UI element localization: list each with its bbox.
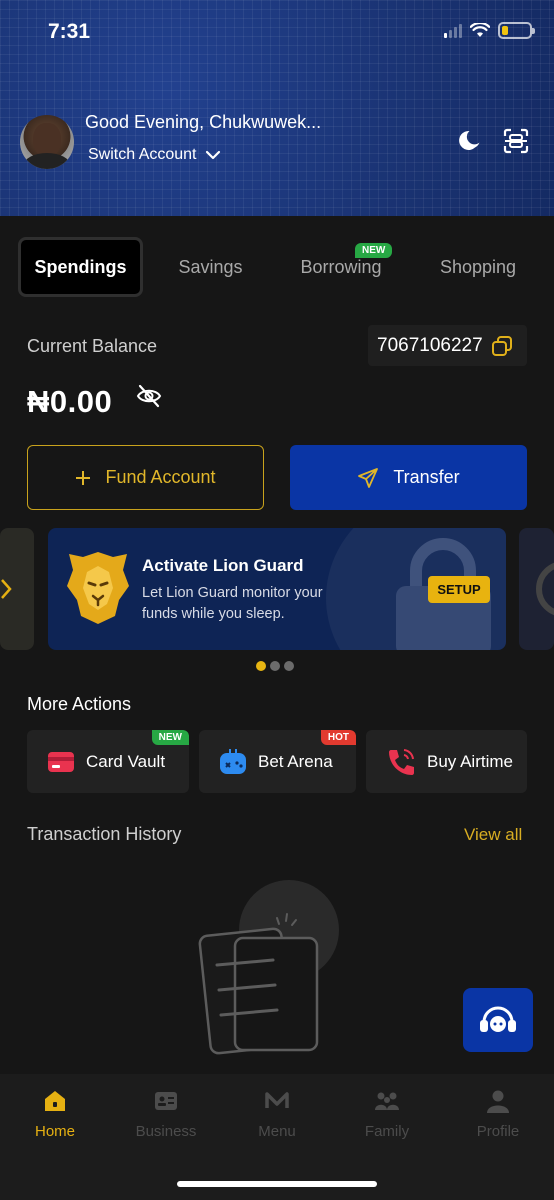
business-icon bbox=[155, 1092, 177, 1110]
tab-spendings[interactable]: Spendings bbox=[18, 237, 143, 297]
account-number: 7067106227 bbox=[377, 334, 483, 356]
transfer-label: Transfer bbox=[393, 467, 460, 487]
lion-icon bbox=[67, 552, 129, 624]
tab-savings[interactable]: Savings bbox=[168, 237, 253, 297]
phone-icon bbox=[389, 748, 414, 775]
nav-home[interactable]: Home bbox=[10, 1088, 100, 1140]
plus-icon bbox=[76, 470, 91, 485]
avatar[interactable] bbox=[20, 115, 74, 169]
status-time: 7:31 bbox=[48, 20, 91, 43]
family-icon bbox=[375, 1092, 399, 1110]
home-icon bbox=[45, 1091, 65, 1111]
previous-banner[interactable] bbox=[0, 528, 34, 650]
switch-account-button[interactable]: Switch Account bbox=[88, 146, 221, 164]
chevron-down-icon bbox=[205, 150, 220, 160]
switch-account-label: Switch Account bbox=[88, 146, 197, 163]
next-banner[interactable] bbox=[519, 528, 554, 650]
lion-guard-banner[interactable]: Activate Lion Guard Let Lion Guard monit… bbox=[48, 528, 506, 650]
nav-menu-label: Menu bbox=[258, 1123, 296, 1140]
fund-account-label: Fund Account bbox=[105, 467, 216, 487]
send-icon bbox=[358, 467, 379, 488]
greeting-text: Good Evening, Chukwuwek... bbox=[85, 112, 322, 132]
nav-home-label: Home bbox=[34, 1123, 75, 1140]
chevron-right-icon bbox=[1, 579, 12, 599]
tab-borrowing-label: Borrowing bbox=[300, 256, 382, 277]
transfer-button[interactable]: Transfer bbox=[290, 445, 527, 510]
more-actions-title: More Actions bbox=[27, 694, 132, 714]
setup-button[interactable]: SETUP bbox=[428, 576, 490, 603]
card-icon bbox=[48, 751, 74, 772]
header: 7:31 Good Evening, Chukwuwek... Switch A… bbox=[0, 0, 554, 216]
transaction-history-title: Transaction History bbox=[27, 824, 182, 844]
empty-documents-icon bbox=[198, 880, 339, 1055]
banner-text: Let Lion Guard monitor your funds while … bbox=[142, 585, 323, 622]
bet-arena-label: Bet Arena bbox=[258, 751, 333, 771]
scan-icon[interactable] bbox=[503, 128, 529, 154]
buy-airtime-action[interactable]: Buy Airtime bbox=[366, 730, 527, 793]
battery-icon bbox=[498, 22, 535, 39]
gamepad-icon bbox=[220, 748, 246, 774]
dark-mode-icon[interactable] bbox=[457, 128, 483, 154]
balance-label: Current Balance bbox=[27, 336, 158, 356]
card-vault-label: Card Vault bbox=[86, 751, 166, 771]
banner-title: Activate Lion Guard bbox=[142, 556, 304, 575]
hide-balance-icon[interactable] bbox=[136, 384, 162, 408]
hot-badge: HOT bbox=[320, 730, 356, 745]
menu-logo-icon bbox=[265, 1092, 289, 1108]
nav-family-label: Family bbox=[364, 1123, 410, 1140]
bet-arena-action[interactable]: Bet Arena HOT bbox=[199, 730, 356, 793]
account-tabs: Spendings Savings Borrowing NEW Shopping bbox=[18, 237, 548, 297]
nav-menu[interactable]: Menu bbox=[232, 1088, 322, 1140]
profile-icon bbox=[487, 1090, 509, 1113]
buy-airtime-label: Buy Airtime bbox=[427, 751, 513, 771]
signal-icon bbox=[444, 23, 462, 38]
view-all-link[interactable]: View all bbox=[464, 825, 522, 845]
status-icons bbox=[444, 22, 535, 39]
nav-business-label: Business bbox=[135, 1123, 197, 1140]
card-vault-action[interactable]: Card Vault NEW bbox=[27, 730, 189, 793]
carousel-indicator bbox=[256, 661, 294, 671]
tab-shopping[interactable]: Shopping bbox=[432, 237, 524, 297]
nav-profile[interactable]: Profile bbox=[453, 1088, 543, 1140]
support-button[interactable] bbox=[463, 988, 533, 1052]
nav-profile-label: Profile bbox=[476, 1123, 520, 1140]
nav-family[interactable]: Family bbox=[342, 1088, 432, 1140]
home-indicator bbox=[177, 1181, 377, 1187]
account-number-copy[interactable]: 7067106227 bbox=[368, 325, 527, 366]
wifi-icon bbox=[470, 23, 490, 37]
balance-amount: ₦0.00 bbox=[27, 384, 113, 419]
new-badge: NEW bbox=[151, 730, 189, 745]
copy-icon bbox=[491, 335, 512, 356]
headset-icon bbox=[480, 1006, 516, 1032]
fund-account-button[interactable]: Fund Account bbox=[27, 445, 264, 510]
new-badge: NEW bbox=[355, 243, 393, 258]
nav-business[interactable]: Business bbox=[121, 1088, 211, 1140]
